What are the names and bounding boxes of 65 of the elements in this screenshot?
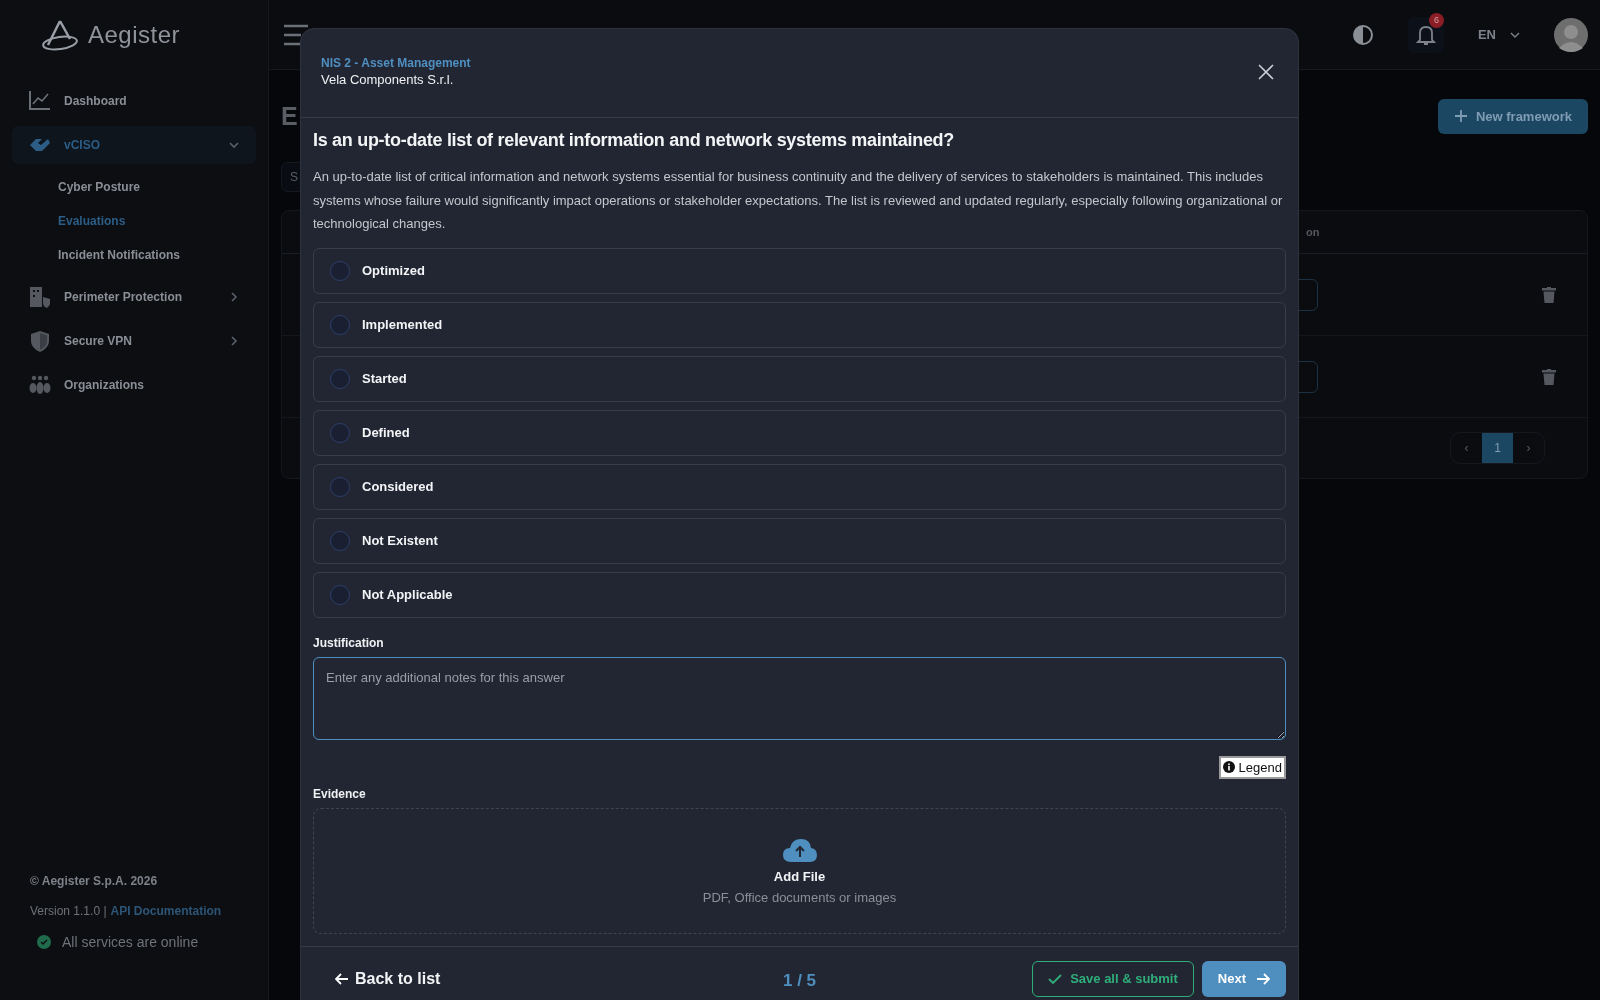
radio-button[interactable]: [330, 314, 350, 335]
info-icon: [1222, 761, 1235, 773]
building-shield-icon: [28, 285, 52, 309]
contrast-icon: [1351, 23, 1374, 46]
nav-item[interactable]: Secure VPN: [12, 322, 256, 360]
answer-option[interactable]: Optimized: [313, 247, 1286, 294]
shield-icon: [28, 329, 52, 353]
framework-name: NIS 2 - Asset Management: [321, 56, 471, 70]
notification-badge: 6: [1428, 12, 1444, 28]
question-description: An up-to-date list of critical information and network systems essential for business continuity and the delivery of services to stakeholders is maintained. This includes systems whose failure would significantly impact operations or stakeholder expectations. The list is reviewed and updated regularly, especially following organizational or technological changes.: [313, 168, 1284, 233]
field-label: Justification: [313, 635, 385, 650]
avatar-icon: [1554, 17, 1588, 52]
menu-icon: [283, 23, 309, 46]
radio-button[interactable]: [330, 368, 350, 389]
radio-button[interactable]: [330, 476, 350, 497]
radio-button[interactable]: [330, 530, 350, 551]
answer-option[interactable]: Started: [313, 355, 1286, 402]
status-text: All services are online: [62, 934, 199, 950]
question-title: Is an up-to-date list of relevant information and network systems maintained?: [313, 130, 955, 151]
nav-subitem[interactable]: Incident Notifications: [58, 238, 256, 272]
check-icon: [1048, 972, 1063, 985]
page-button[interactable]: 1: [1482, 433, 1513, 463]
logo-text: Aegister: [88, 21, 181, 49]
answer-option[interactable]: Implemented: [313, 301, 1286, 348]
notification-button[interactable]: 6: [1407, 16, 1444, 53]
nav-item[interactable]: Organizations: [12, 366, 256, 404]
nav-item[interactable]: Dashboard: [12, 82, 256, 120]
language-select[interactable]: EN: [1477, 27, 1520, 42]
column-header: on: [1306, 226, 1320, 238]
answer-option[interactable]: Not Applicable: [313, 571, 1286, 618]
radio-button[interactable]: [330, 584, 350, 605]
nav-subitem[interactable]: Cyber Posture: [58, 170, 256, 204]
legend-button[interactable]: Legend: [1218, 755, 1286, 779]
next-button[interactable]: Next: [1201, 960, 1286, 997]
answer-option[interactable]: Considered: [313, 463, 1286, 510]
radio-button[interactable]: [330, 260, 350, 281]
progress-counter: 1 / 5: [782, 970, 817, 991]
arrow-right-icon: [1256, 972, 1270, 985]
organization-name: Vela Components S.r.l.: [321, 72, 455, 87]
cloud-upload-icon: [781, 836, 818, 863]
radio-button[interactable]: [330, 422, 350, 443]
new-framework-button[interactable]: New framework: [1437, 98, 1588, 134]
next-page-button[interactable]: ›: [1513, 433, 1544, 463]
people-icon: [28, 373, 52, 397]
version-text: Version 1.1.0 |: [30, 904, 107, 918]
answer-option[interactable]: Not Existent: [313, 517, 1286, 564]
submit-button[interactable]: Save all & submit: [1032, 960, 1194, 997]
back-button[interactable]: Back to list: [329, 968, 447, 989]
plus-icon: [1453, 109, 1468, 123]
trash-icon: [1542, 286, 1556, 303]
answer-option[interactable]: Defined: [313, 409, 1286, 456]
trash-icon: [1542, 368, 1556, 385]
field-label: Evidence: [313, 786, 367, 801]
copyright-text: © Aegister S.p.A. 2026: [30, 874, 159, 888]
check-circle-icon: [36, 934, 52, 950]
close-icon: [1258, 63, 1274, 80]
file-dropzone[interactable]: Add File PDF, Office documents or images: [313, 807, 1286, 934]
page-title: E: [281, 101, 298, 131]
upload-title: Add File: [773, 868, 826, 884]
nav-item[interactable]: Perimeter Protection: [12, 278, 256, 316]
arrow-left-icon: [335, 972, 349, 985]
justification-field[interactable]: Enter any additional notes for this answer: [313, 656, 1286, 740]
previous-page-button[interactable]: ‹: [1451, 433, 1482, 463]
chart-icon: [28, 89, 52, 113]
upload-hint: PDF, Office documents or images: [702, 889, 897, 905]
